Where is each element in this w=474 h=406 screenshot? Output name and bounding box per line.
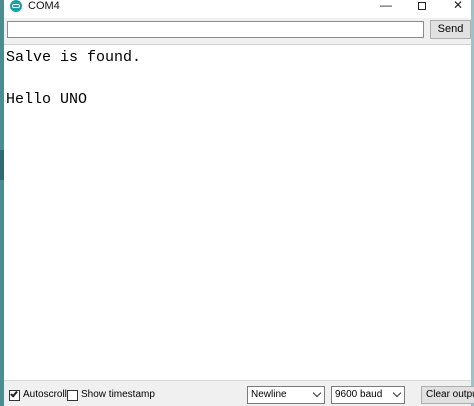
- chevron-down-icon: [312, 388, 322, 398]
- clear-output-button[interactable]: Clear output: [421, 386, 474, 404]
- output-line: Salve is found.: [6, 49, 142, 66]
- serial-send-input[interactable]: [7, 21, 424, 38]
- arduino-icon: [10, 0, 22, 12]
- maximize-icon: [418, 1, 426, 10]
- baud-rate-value: 9600 baud: [335, 389, 383, 400]
- chevron-down-icon: [392, 388, 402, 398]
- send-bar: Send: [4, 18, 471, 44]
- autoscroll-checkbox[interactable]: [9, 389, 20, 401]
- send-button[interactable]: Send: [430, 20, 471, 39]
- line-ending-select[interactable]: Newline: [247, 386, 325, 404]
- baud-rate-select[interactable]: 9600 baud: [331, 386, 405, 404]
- show-timestamp-label[interactable]: Show timestamp: [81, 388, 155, 402]
- output-line: Hello UNO: [6, 91, 88, 108]
- maximize-button[interactable]: [404, 0, 440, 13]
- status-toolbar: Autoscroll Show timestamp Newline 9600 b…: [4, 380, 474, 406]
- serial-monitor-window: COM4 — ✕ Send Salve is found. Hello UNO …: [4, 0, 474, 406]
- window-title: COM4: [28, 0, 60, 12]
- checkmark-icon: [10, 389, 18, 398]
- line-ending-value: Newline: [251, 389, 287, 400]
- title-bar[interactable]: COM4 — ✕: [4, 0, 471, 14]
- show-timestamp-checkbox[interactable]: [67, 390, 78, 401]
- serial-output-area[interactable]: Salve is found. Hello UNO: [4, 44, 471, 380]
- minimize-button[interactable]: —: [368, 0, 404, 13]
- close-button[interactable]: ✕: [440, 0, 474, 13]
- autoscroll-label[interactable]: Autoscroll: [23, 388, 67, 402]
